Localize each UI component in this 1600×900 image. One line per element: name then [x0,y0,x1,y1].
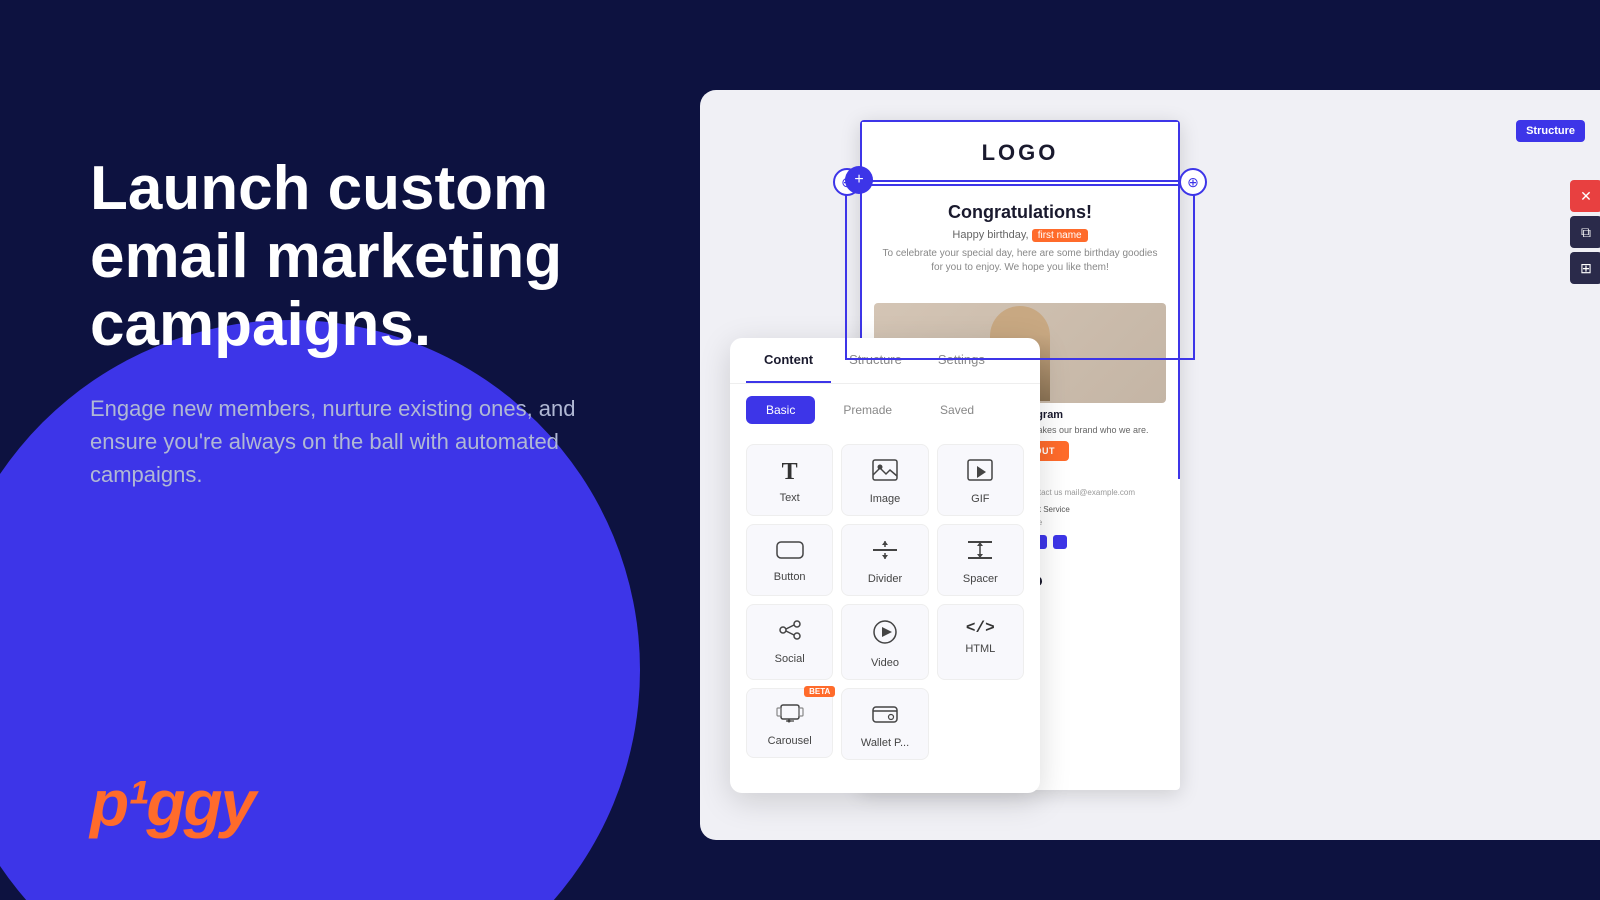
html-icon: </> [966,619,995,637]
block-social[interactable]: Social [746,604,833,680]
block-text[interactable]: T Text [746,444,833,516]
button-icon [776,539,804,565]
content-panel: Content Structure Settings Basic Premade… [730,338,1040,793]
main-headline: Launch custom email marketing campaigns. [90,155,680,360]
structure-button[interactable]: Structure [1516,120,1585,142]
tab-structure[interactable]: Structure [831,338,920,383]
panel-subtabs: Basic Premade Saved [730,384,1040,436]
blocks-grid: T Text Image GIF [730,436,1040,768]
block-spacer-label: Spacer [963,573,998,585]
block-carousel-wrap: Carousel BETA [746,688,833,760]
block-video[interactable]: Video [841,604,928,680]
block-image[interactable]: Image [841,444,928,516]
block-image-label: Image [870,493,901,505]
side-tools: ✕ ⧉ ⊞ [1570,180,1600,284]
logo-text: p¹ggy [90,767,254,839]
congrats-heading: Congratulations! [878,202,1162,223]
block-gif-label: GIF [971,493,989,505]
subtab-saved[interactable]: Saved [920,396,994,424]
piggy-logo: p¹ggy [90,766,254,840]
social-icon [777,619,803,647]
subtab-premade[interactable]: Premade [823,396,912,424]
panel-tabs: Content Structure Settings [730,338,1040,384]
copy-tool-button[interactable]: ⧉ [1570,216,1600,248]
subtext: Engage new members, nurture existing one… [90,392,590,491]
block-text-label: Text [780,492,800,504]
celebrate-text: To celebrate your special day, here are … [878,247,1162,275]
close-tool-button[interactable]: ✕ [1570,180,1600,212]
wallet-icon [872,703,898,731]
block-html-label: HTML [965,643,995,655]
tab-content[interactable]: Content [746,338,831,383]
email-logo: LOGO [860,120,1180,186]
block-divider[interactable]: Divider [841,524,928,596]
spacer-icon [967,539,993,567]
image-icon [872,459,898,487]
block-button[interactable]: Button [746,524,833,596]
discord-icon [1053,535,1067,549]
block-social-label: Social [775,653,805,665]
block-wallet-label: Wallet P... [861,737,909,749]
first-name-badge: first name [1032,229,1088,242]
beta-badge: BETA [804,686,835,697]
email-congrats-section: Congratulations! Happy birthday, first n… [860,186,1180,291]
block-carousel-label: Carousel [768,735,812,747]
block-wallet[interactable]: Wallet P... [841,688,928,760]
block-html[interactable]: </> HTML [937,604,1024,680]
text-icon: T [782,459,798,486]
duplicate-tool-button[interactable]: ⊞ [1570,252,1600,284]
tab-settings[interactable]: Settings [920,338,1003,383]
block-spacer[interactable]: Spacer [937,524,1024,596]
left-content: Launch custom email marketing campaigns.… [90,155,680,491]
left-section: Launch custom email marketing campaigns.… [0,0,720,900]
block-divider-label: Divider [868,573,902,585]
video-icon [872,619,898,651]
gif-icon [967,459,993,487]
add-block-button[interactable]: + [845,166,873,194]
birthday-line: Happy birthday, first name [878,229,1162,241]
editor-area: Structure + ⊕ ⊕ ✕ ⧉ ⊞ LOGO Congratulatio… [700,90,1600,840]
subtab-basic[interactable]: Basic [746,396,815,424]
carousel-icon [776,703,804,729]
block-gif[interactable]: GIF [937,444,1024,516]
block-button-label: Button [774,571,806,583]
block-video-label: Video [871,657,899,669]
drag-handle-tr[interactable]: ⊕ [1179,168,1207,196]
block-carousel[interactable]: Carousel [746,688,833,758]
divider-icon [872,539,898,567]
